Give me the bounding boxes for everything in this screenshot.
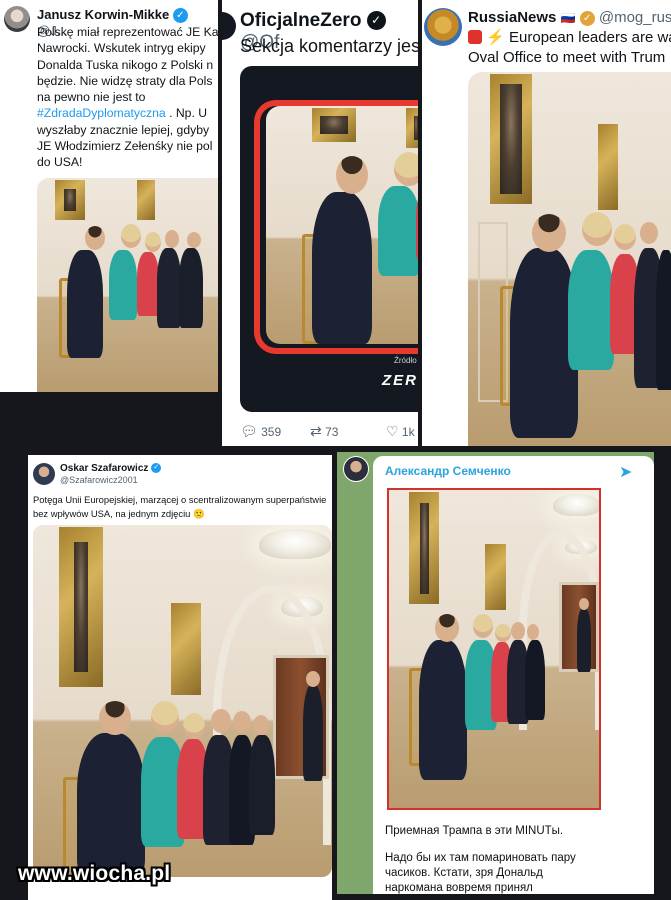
site-watermark: www.wiocha.pl: [18, 862, 171, 885]
author-handle[interactable]: @mog_rus: [599, 9, 671, 26]
post-photo[interactable]: [387, 488, 601, 810]
tweet-text: Polskę miał reprezentować JE Ka Nawrocki…: [37, 25, 218, 170]
heart-icon: ♡: [386, 423, 399, 439]
telegram-post[interactable]: Александр Семченко ➤ Приемная Трампа в э…: [337, 452, 654, 894]
avatar[interactable]: [4, 6, 30, 32]
hashtag-link[interactable]: #ZdradaDyplomatyczna: [37, 106, 166, 120]
tweet-media[interactable]: Źródło ZER: [240, 66, 418, 412]
retweet-button[interactable]: ⇄ 73: [310, 423, 338, 440]
message-bubble[interactable]: Александр Семченко ➤ Приемная Трампа в э…: [373, 456, 654, 894]
author-handle[interactable]: @Szafarowicz2001: [60, 475, 161, 485]
tweet-text: Sekcja komentarzy jes: [240, 36, 418, 56]
person: [67, 250, 103, 358]
author-name[interactable]: RussiaNews: [468, 9, 556, 26]
avatar[interactable]: [33, 463, 55, 485]
tweet-photo[interactable]: [468, 72, 671, 446]
verified-icon: ✓: [151, 463, 162, 474]
lightning-icon: ⚡: [486, 29, 505, 46]
tweet-text: ⚡ European leaders are wa Oval Office to…: [468, 29, 671, 66]
portrait-painting: [59, 527, 103, 687]
verified-icon: ✓: [172, 8, 188, 24]
telegram-share-icon[interactable]: ➤: [619, 462, 632, 482]
verified-icon: ✓: [579, 10, 595, 26]
author-name[interactable]: Janusz Korwin-Mikke: [37, 7, 169, 22]
siren-icon: [468, 30, 482, 44]
zero-logo: ZER: [382, 372, 418, 389]
channel-header[interactable]: Александр Семченко ➤: [373, 456, 654, 484]
tweet-text: Potęga Unii Europejskiej, marzącej o sce…: [33, 494, 327, 519]
tweet-photo[interactable]: [33, 525, 332, 877]
avatar[interactable]: [222, 12, 236, 40]
author-name[interactable]: OficjalneZero: [240, 10, 361, 31]
retweet-icon: ⇄: [310, 423, 322, 439]
tweet-oficjalne-zero[interactable]: OficjalneZero ✓ @Of Sekcja komentarzy je…: [222, 0, 418, 446]
tweet-szafarowicz[interactable]: Oskar Szafarowicz ✓ @Szafarowicz2001 Pot…: [28, 455, 332, 900]
tweet-korwin-mikke[interactable]: Janusz Korwin-Mikke ✓ @J... Polskę miał …: [0, 0, 218, 392]
source-label: Źródło: [394, 356, 417, 365]
sad-face-emoji: 🙁: [192, 508, 205, 519]
avatar[interactable]: [424, 8, 462, 46]
portrait-painting: [55, 180, 85, 220]
russia-flag-icon: 🇷🇺: [560, 11, 576, 25]
portrait-painting: [409, 492, 439, 604]
reply-icon: 💬︎: [240, 423, 258, 439]
chandelier: [259, 529, 331, 559]
tweet-photo[interactable]: [37, 178, 218, 392]
chandelier: [553, 494, 599, 516]
author-name[interactable]: Oskar Szafarowicz: [60, 463, 148, 474]
verified-icon: ✓: [366, 11, 386, 31]
like-button[interactable]: ♡ 1k: [386, 423, 415, 440]
reply-button[interactable]: 💬︎ 359: [240, 423, 281, 440]
tweet-russia-news[interactable]: RussiaNews 🇷🇺 ✓ @mog_rus ⚡ European lead…: [422, 0, 671, 446]
channel-name[interactable]: Александр Семченко: [385, 464, 511, 478]
post-caption: Приемная Трампа в эти MINUTы. Надо бы их…: [385, 825, 576, 894]
embedded-photo: [266, 106, 418, 344]
avatar[interactable]: [343, 456, 369, 482]
portrait-painting: [490, 74, 532, 204]
